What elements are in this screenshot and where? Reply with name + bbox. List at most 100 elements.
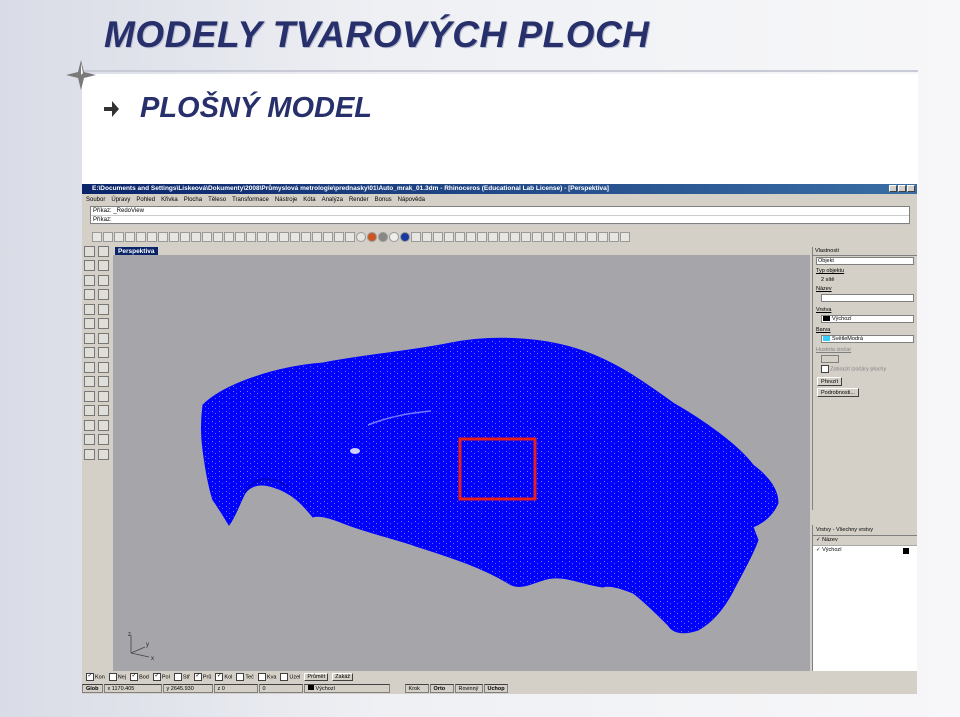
menu-render[interactable]: Render <box>349 195 369 205</box>
curve-tool-icon[interactable] <box>477 232 487 242</box>
isocurves-input[interactable] <box>821 355 839 363</box>
polyline-icon[interactable] <box>98 260 109 272</box>
menu-bonus[interactable]: Bonus <box>375 195 392 205</box>
menu-analyza[interactable]: Analýza <box>322 195 343 205</box>
mesh-tool-icon[interactable] <box>609 232 619 242</box>
arc-tool-icon[interactable] <box>543 232 553 242</box>
menu-soubor[interactable]: Soubor <box>86 195 105 205</box>
copy-icon[interactable] <box>158 232 168 242</box>
status-ortho[interactable]: Orto <box>429 684 454 693</box>
cut-icon[interactable] <box>147 232 157 242</box>
details-button[interactable]: Podrobnosti... <box>817 388 859 397</box>
select-icon[interactable] <box>290 232 300 242</box>
osnap-knot[interactable]: Uzel <box>280 672 300 681</box>
zoom-icon[interactable] <box>213 232 223 242</box>
point-tool-icon[interactable] <box>488 232 498 242</box>
hide-icon[interactable] <box>334 232 344 242</box>
fillet-icon[interactable] <box>84 318 95 330</box>
osnap-mid[interactable]: Stř <box>173 672 190 681</box>
osnap-near[interactable]: Nej <box>108 672 126 681</box>
line-icon[interactable] <box>84 260 95 272</box>
osnap-int[interactable]: ✓ Prů <box>193 672 211 681</box>
light-icon[interactable] <box>411 232 421 242</box>
group-icon[interactable] <box>84 448 95 460</box>
zoom-window-icon[interactable] <box>224 232 234 242</box>
minimize-button[interactable] <box>889 185 897 192</box>
menu-kota[interactable]: Kóta <box>303 195 315 205</box>
explode-icon[interactable] <box>98 376 109 388</box>
rotate-view-icon[interactable] <box>202 232 212 242</box>
project-button[interactable]: Průmět <box>304 672 329 681</box>
osnap-icon[interactable] <box>455 232 465 242</box>
command-input[interactable]: Příkaz: <box>91 216 909 225</box>
join-icon[interactable] <box>84 376 95 388</box>
material-icon[interactable] <box>400 232 410 242</box>
arc-icon[interactable] <box>84 289 95 301</box>
close-button[interactable] <box>907 185 915 192</box>
pan-icon[interactable] <box>191 232 201 242</box>
polygon-icon[interactable] <box>84 303 95 315</box>
new-file-icon[interactable] <box>92 232 102 242</box>
layer-dropdown[interactable]: Výchozí <box>821 315 914 323</box>
status-cplane[interactable]: Glob <box>82 684 103 693</box>
osnap-cen[interactable]: ✓ Kol <box>215 672 232 681</box>
osnap-point[interactable]: ✓ Bod <box>130 672 149 681</box>
perpendicular-tool-icon[interactable] <box>532 232 542 242</box>
circle-icon[interactable] <box>84 274 95 286</box>
curve-icon[interactable] <box>98 303 109 315</box>
check-tool-icon[interactable] <box>576 232 586 242</box>
render-icon[interactable] <box>389 232 399 242</box>
block-icon[interactable] <box>98 448 109 460</box>
shaded-icon[interactable] <box>367 232 377 242</box>
properties-icon[interactable] <box>312 232 322 242</box>
menu-nastroje[interactable]: Nástroje <box>275 195 297 205</box>
copy-object-icon[interactable] <box>98 390 109 402</box>
undo-view-icon[interactable] <box>257 232 267 242</box>
menu-napoveda[interactable]: Nápověda <box>398 195 425 205</box>
point-icon[interactable] <box>98 246 109 257</box>
lock-icon[interactable] <box>323 232 333 242</box>
trim-icon[interactable] <box>84 361 95 373</box>
dimension-icon[interactable] <box>422 232 432 242</box>
undo-icon[interactable] <box>180 232 190 242</box>
menu-transformace[interactable]: Transformace <box>232 195 269 205</box>
disable-button[interactable]: Zakáž <box>332 672 354 681</box>
status-snap[interactable]: Krok <box>404 684 429 693</box>
menu-krivka[interactable]: Křivka <box>161 195 178 205</box>
menu-upravy[interactable]: Úpravy <box>111 195 130 205</box>
menu-pohled[interactable]: Pohled <box>136 195 155 205</box>
grid-icon[interactable] <box>268 232 278 242</box>
scale-tool-icon[interactable] <box>554 232 564 242</box>
menu-teleso[interactable]: Těleso <box>208 195 226 205</box>
mirror-icon[interactable] <box>84 419 95 431</box>
surface-icon[interactable] <box>98 318 109 330</box>
osnap-quad[interactable]: Kva <box>257 672 276 681</box>
import-icon[interactable] <box>136 232 146 242</box>
box-icon[interactable] <box>84 332 95 344</box>
fillet-tool-icon[interactable] <box>598 232 608 242</box>
osnap-end[interactable]: ✓ Kon <box>86 672 105 681</box>
name-input[interactable] <box>821 294 914 302</box>
array-icon[interactable] <box>98 419 109 431</box>
select-arrow-icon[interactable] <box>84 246 95 257</box>
circle-tool-icon[interactable] <box>510 232 520 242</box>
text-icon[interactable] <box>84 434 95 446</box>
wireframe-icon[interactable] <box>356 232 366 242</box>
split-icon[interactable] <box>98 361 109 373</box>
rotate-icon[interactable] <box>84 405 95 417</box>
maximize-button[interactable] <box>898 185 906 192</box>
snap-icon[interactable] <box>444 232 454 242</box>
mesh-icon[interactable] <box>84 347 95 359</box>
plus-tool-icon[interactable] <box>521 232 531 242</box>
save-icon[interactable] <box>114 232 124 242</box>
status-osnap[interactable]: Uchop <box>483 684 508 693</box>
analysis-icon[interactable] <box>433 232 443 242</box>
polyline-tool-icon[interactable] <box>499 232 509 242</box>
boolean-icon[interactable] <box>98 347 109 359</box>
line-tool-icon[interactable] <box>466 232 476 242</box>
properties-object-dropdown[interactable]: Objekt <box>816 257 914 265</box>
scale-icon[interactable] <box>98 405 109 417</box>
show-all-icon[interactable] <box>345 232 355 242</box>
match-button[interactable]: Převzít <box>817 377 843 386</box>
print-icon[interactable] <box>125 232 135 242</box>
